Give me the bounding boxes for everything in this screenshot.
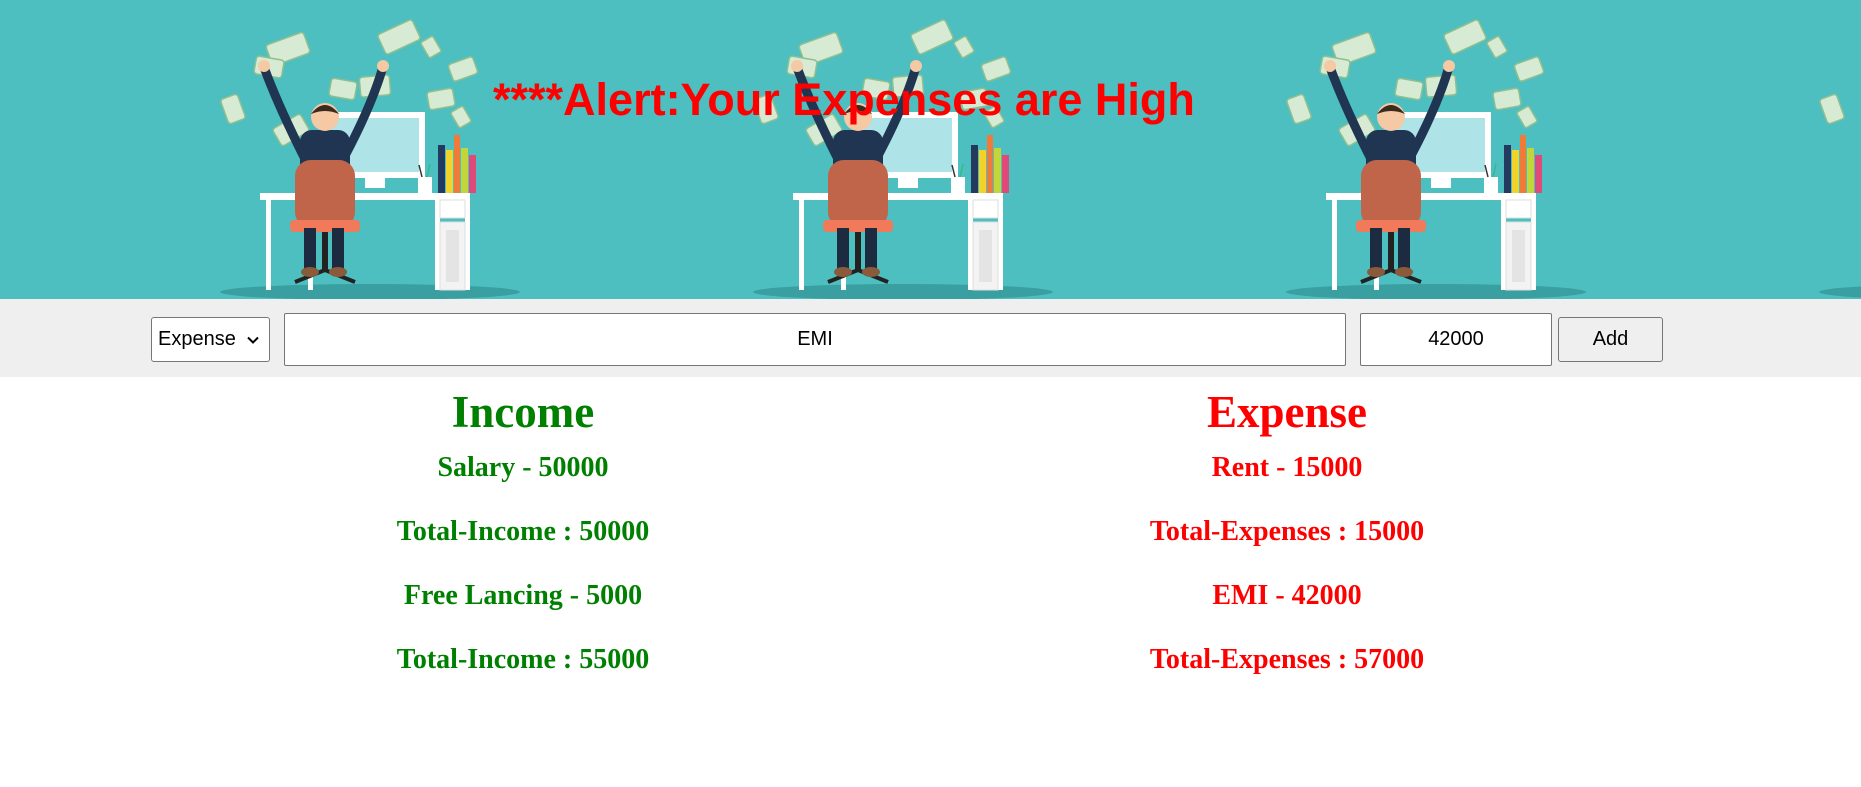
amount-input[interactable] (1360, 313, 1552, 366)
expense-alert-text: ****Alert:Your Expenses are High (493, 74, 1195, 125)
expense-list: Rent - 15000 Total-Expenses : 15000 EMI … (937, 452, 1637, 708)
income-total: Total-Income : 50000 (396, 516, 650, 547)
header-banner: ****Alert:Your Expenses are High (0, 0, 1861, 299)
type-select-value: Expense (158, 328, 236, 350)
income-entry: Free Lancing - 5000 (403, 580, 643, 611)
income-column: Income Salary - 50000 Total-Income : 500… (173, 384, 873, 708)
expense-heading: Expense (1206, 387, 1368, 437)
expense-total: Total-Expenses : 57000 (1149, 644, 1425, 675)
banner-illustration (733, 0, 1073, 299)
entry-form: Expense Add (0, 299, 1861, 377)
expense-total: Total-Expenses : 15000 (1149, 516, 1425, 547)
income-entry: Salary - 50000 (437, 452, 609, 483)
banner-illustration (1799, 0, 1861, 299)
income-list: Salary - 50000 Total-Income : 50000 Free… (173, 452, 873, 708)
chevron-down-icon (247, 336, 259, 344)
description-input[interactable] (284, 313, 1346, 366)
banner-illustration (200, 0, 540, 299)
add-button[interactable]: Add (1558, 317, 1663, 362)
type-select[interactable]: Expense (151, 317, 270, 362)
income-heading: Income (451, 387, 595, 437)
expense-entry: EMI - 42000 (1212, 580, 1362, 611)
expense-entry: Rent - 15000 (1211, 452, 1363, 483)
expense-column: Expense Rent - 15000 Total-Expenses : 15… (937, 384, 1637, 708)
banner-illustration (1266, 0, 1606, 299)
income-total: Total-Income : 55000 (396, 644, 650, 675)
